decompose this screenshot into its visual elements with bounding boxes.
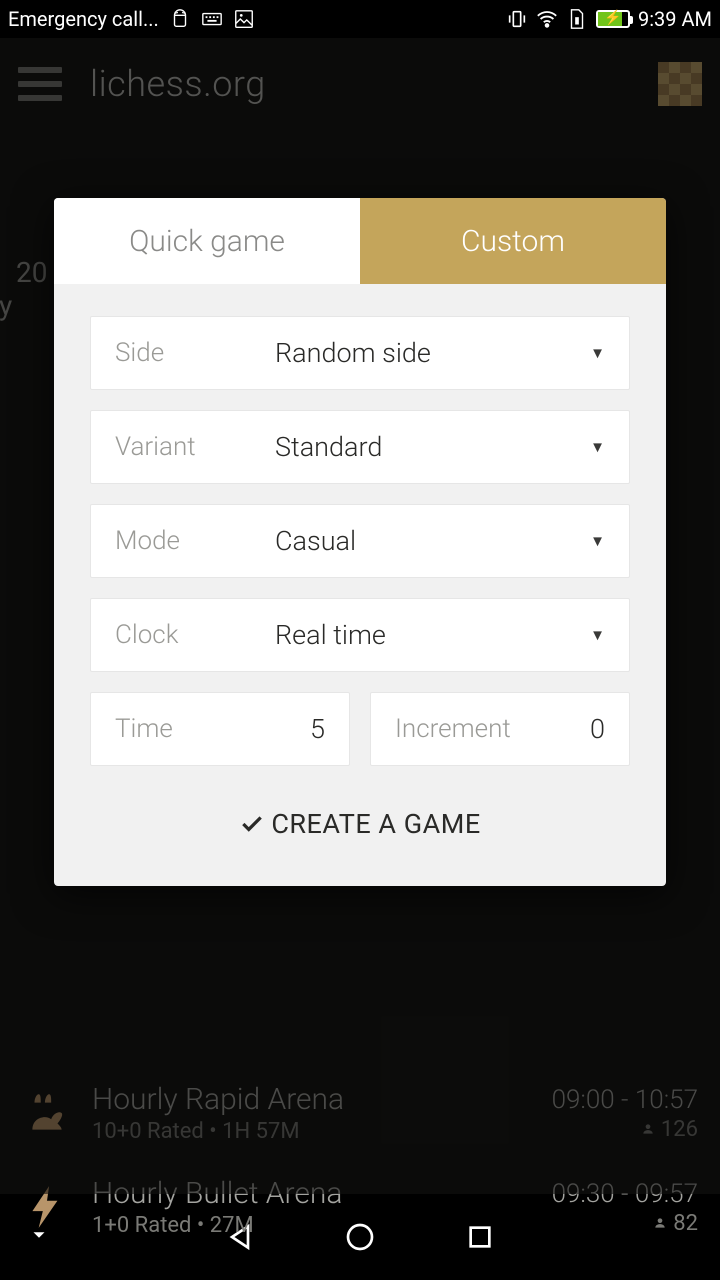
arena-time: 09:00 - 10:57 <box>552 1085 698 1115</box>
status-title: Emergency call... <box>8 7 159 31</box>
list-item[interactable]: U1500 Bullet Inc Arena 09:30 - 09:57 <box>0 1254 720 1280</box>
battery-icon: ⚡ <box>596 10 630 28</box>
rabbit-icon <box>22 1088 72 1138</box>
increment-input[interactable]: Increment 0 <box>370 692 630 766</box>
chevron-down-icon: ▼ <box>590 438 605 456</box>
wifi-icon <box>536 8 558 30</box>
bolt-icon <box>22 1182 72 1232</box>
arena-subtitle: 1+0 Rated • 27M <box>92 1213 532 1238</box>
mode-select[interactable]: Mode Casual ▼ <box>90 504 630 578</box>
clock-label: Clock <box>115 620 275 650</box>
arena-subtitle: 10+0 Rated • 1H 57M <box>92 1119 532 1144</box>
check-icon <box>239 811 265 837</box>
side-select[interactable]: Side Random side ▼ <box>90 316 630 390</box>
status-bar: Emergency call... ⚡ 9:39 AM <box>0 0 720 38</box>
vibrate-icon <box>506 8 528 30</box>
tab-quick-game[interactable]: Quick game <box>54 198 360 284</box>
app-title: lichess.org <box>90 63 266 105</box>
side-label: Side <box>115 338 275 368</box>
mode-value: Casual <box>275 525 590 557</box>
list-item[interactable]: Hourly Rapid Arena 10+0 Rated • 1H 57M 0… <box>0 1066 720 1160</box>
app-header: lichess.org <box>0 38 720 130</box>
arena-title: Hourly Rapid Arena <box>92 1082 532 1117</box>
image-icon <box>233 8 255 30</box>
chevron-down-icon: ▼ <box>590 532 605 550</box>
board-icon[interactable] <box>658 62 702 106</box>
arena-players: 126 <box>552 1117 698 1142</box>
variant-value: Standard <box>275 431 590 463</box>
list-item[interactable]: Hourly Bullet Arena 1+0 Rated • 27M 09:3… <box>0 1160 720 1254</box>
chevron-down-icon: ▼ <box>590 626 605 644</box>
bolt-icon <box>22 1270 72 1280</box>
arena-time: 09:30 - 09:57 <box>552 1179 698 1209</box>
arena-title: Hourly Bullet Arena <box>92 1176 532 1211</box>
mode-label: Mode <box>115 526 275 556</box>
increment-value: 0 <box>590 713 605 745</box>
menu-icon[interactable] <box>18 67 62 101</box>
variant-select[interactable]: Variant Standard ▼ <box>90 410 630 484</box>
arena-list: Hourly Rapid Arena 10+0 Rated • 1H 57M 0… <box>0 1066 720 1280</box>
clock-select[interactable]: Clock Real time ▼ <box>90 598 630 672</box>
arena-players: 82 <box>552 1211 698 1236</box>
keyboard-icon <box>201 8 223 30</box>
status-time: 9:39 AM <box>638 7 712 31</box>
increment-label: Increment <box>395 714 511 744</box>
time-value: 5 <box>310 713 325 745</box>
create-game-button[interactable]: CREATE A GAME <box>90 794 630 862</box>
create-label: CREATE A GAME <box>271 808 480 840</box>
clock-value: Real time <box>275 619 590 651</box>
tab-custom[interactable]: Custom <box>360 198 666 284</box>
variant-label: Variant <box>115 432 275 462</box>
side-value: Random side <box>275 337 590 369</box>
android-icon <box>169 8 191 30</box>
create-game-modal: Quick game Custom Side Random side ▼ Var… <box>54 198 666 886</box>
time-label: Time <box>115 714 173 744</box>
chevron-down-icon: ▼ <box>590 344 605 362</box>
time-input[interactable]: Time 5 <box>90 692 350 766</box>
sim-icon <box>566 8 588 30</box>
